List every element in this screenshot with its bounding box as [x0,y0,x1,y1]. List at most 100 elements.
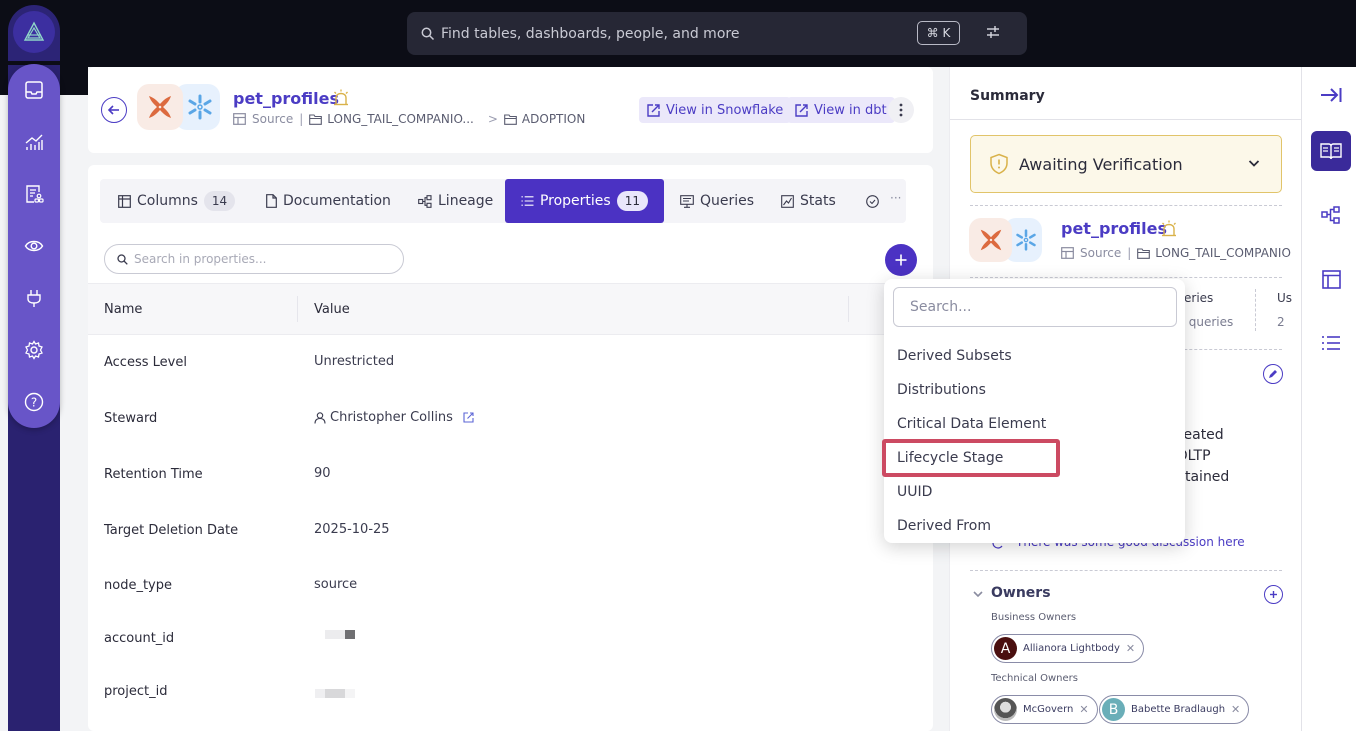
svg-text:?: ? [31,396,37,410]
owners-title: Owners [991,585,1051,601]
column-header-name[interactable]: Name [104,302,142,317]
table-row[interactable]: account_id [88,624,933,678]
property-name: account_id [104,631,175,646]
more-tabs-button[interactable]: ··· [890,191,901,205]
tab-label: Properties [539,193,611,209]
alert-siren-icon[interactable] [332,89,350,107]
remove-owner-icon[interactable]: ✕ [1231,703,1240,716]
folder-icon [1137,247,1151,259]
owner-chip[interactable]: McGovern ✕ [991,695,1098,724]
rail-summary-button[interactable] [1311,131,1351,171]
gear-icon [25,340,43,360]
book-icon [1320,143,1342,160]
tab-count-badge: 11 [616,191,648,211]
properties-search[interactable] [104,244,404,274]
table-row[interactable]: node_type source [88,571,933,625]
rail-layout-button[interactable] [1311,259,1351,299]
nav-item-reports[interactable] [8,174,60,214]
chart-icon [25,134,43,150]
business-owners-label: Business Owners [991,612,1077,623]
property-value-redacted [325,630,355,639]
table-row[interactable]: Steward Christopher Collins [88,404,933,458]
summary-asset-title[interactable]: pet_profiles [1061,219,1167,238]
dropdown-item[interactable]: Distributions [897,382,986,398]
eye-icon [24,240,44,252]
tab-documentation[interactable]: Documentation [266,179,391,223]
rail-lineage-button[interactable] [1311,195,1351,235]
tab-stats[interactable]: Stats [781,179,836,223]
list-icon [1322,336,1340,350]
properties-search-input[interactable] [134,252,384,266]
stats-icon [781,194,794,208]
tab-overflow-partial[interactable] [866,179,879,223]
table-row[interactable]: Retention Time 90 [88,460,933,514]
queries-stat-value: k queries [1178,315,1234,329]
remove-owner-icon[interactable]: ✕ [1079,703,1088,716]
plus-icon [895,254,907,266]
column-header-value[interactable]: Value [314,302,350,317]
avatar: A [994,637,1017,660]
dropdown-search-input[interactable] [893,287,1177,327]
view-in-dbt-button[interactable]: View in dbt [787,97,895,123]
breadcrumb-database[interactable]: LONG_TAIL_COMPANIO... [327,112,474,126]
view-in-snowflake-label: View in Snowflake [666,102,784,118]
tab-properties[interactable]: Properties 11 [505,179,664,223]
more-options-button[interactable] [888,97,914,123]
queries-stat-label: eries [1184,291,1214,305]
columns-icon [118,194,131,208]
nav-item-inbox[interactable] [8,70,60,110]
summary-database[interactable]: LONG_TAIL_COMPANIO [1155,246,1291,260]
remove-owner-icon[interactable]: ✕ [1126,642,1135,655]
right-rail [1301,67,1356,731]
tab-bar: Columns 14 Documentation Lineage Propert… [100,179,906,223]
add-owner-button[interactable] [1264,585,1283,604]
chevron-down-icon[interactable] [972,589,984,599]
back-button[interactable] [101,97,127,123]
view-in-snowflake-button[interactable]: View in Snowflake [639,97,792,123]
breadcrumb-schema[interactable]: ADOPTION [522,112,585,126]
collapse-panel-button[interactable] [1311,75,1351,115]
dropdown-item[interactable]: Critical Data Element [897,416,1046,432]
global-search[interactable]: Find tables, dashboards, people, and mor… [407,12,1027,55]
external-link-icon[interactable] [463,412,474,423]
owner-chip[interactable]: A Allianora Lightbody ✕ [991,634,1145,663]
tab-lineage[interactable]: Lineage [418,179,493,223]
dropdown-item[interactable]: UUID [897,484,932,500]
verification-status-dropdown[interactable]: Awaiting Verification [970,135,1282,193]
edit-description-button[interactable] [1263,364,1283,384]
steward-name[interactable]: Christopher Collins [330,410,453,425]
add-property-button[interactable] [885,244,917,276]
filter-settings-icon[interactable] [985,24,1001,40]
property-name: node_type [104,578,172,593]
nav-item-integrations[interactable] [8,278,60,318]
dropdown-item[interactable]: Derived From [897,518,991,534]
tab-label: Queries [700,193,755,209]
check-circle-icon [866,194,879,208]
avatar: B [1102,698,1125,721]
alert-siren-icon[interactable] [1160,220,1178,238]
inbox-icon [25,81,43,99]
tab-count-badge: 14 [203,191,236,211]
list-icon [521,196,534,206]
nav-item-help[interactable]: ? [8,382,60,422]
rail-properties-button[interactable] [1311,323,1351,363]
verification-status-label: Awaiting Verification [1019,154,1183,174]
nav-item-analytics[interactable] [8,122,60,162]
plug-icon [27,290,41,307]
tab-queries[interactable]: Queries [680,179,754,223]
table-icon [1061,247,1074,259]
top-bar: Find tables, dashboards, people, and mor… [0,0,1356,67]
asset-title: pet_profiles [233,89,340,108]
nav-item-observability[interactable] [8,226,60,266]
tab-columns[interactable]: Columns 14 [118,179,236,223]
dropdown-item[interactable]: Derived Subsets [897,348,1012,364]
owner-chip[interactable]: B Babette Bradlaugh ✕ [1099,695,1250,724]
report-icon [26,185,44,203]
nav-item-settings[interactable] [8,330,60,370]
table-row[interactable]: Access Level Unrestricted [88,348,933,402]
table-row[interactable]: project_id [88,677,933,731]
kebab-icon [899,103,903,117]
tab-label: Columns [137,193,198,209]
table-row[interactable]: Target Deletion Date 2025-10-25 [88,516,933,570]
app-logo[interactable] [13,11,55,53]
